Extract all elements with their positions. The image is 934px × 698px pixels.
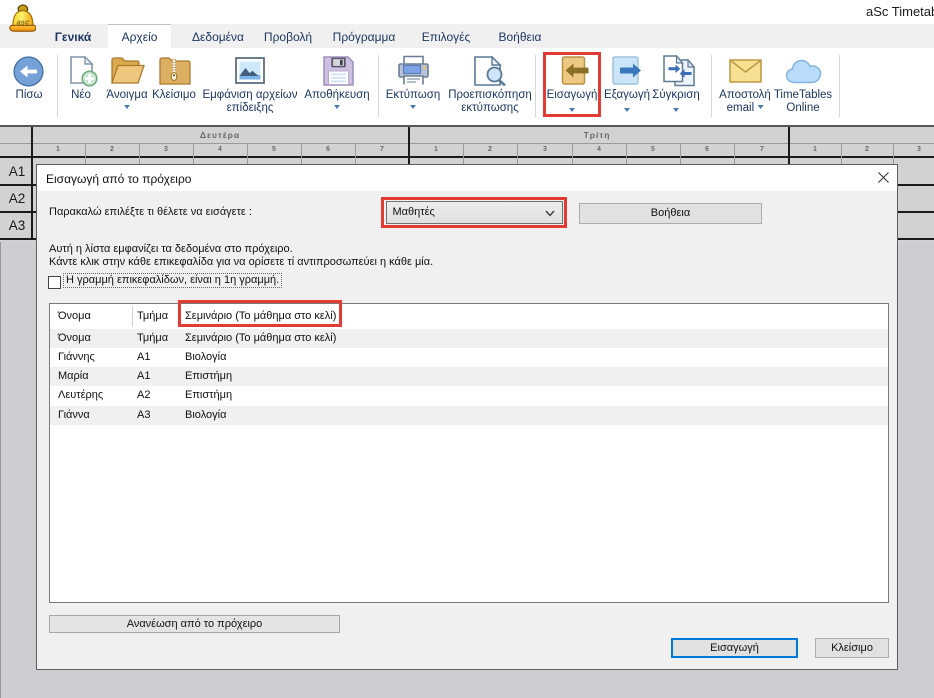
svg-text:asc: asc (17, 17, 30, 26)
